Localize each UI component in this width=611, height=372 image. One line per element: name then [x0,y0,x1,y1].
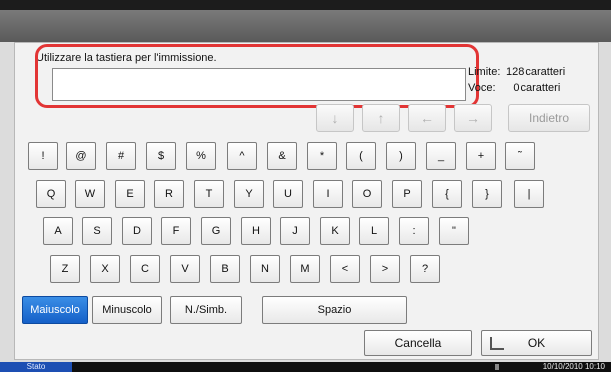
key[interactable]: V [170,255,200,283]
key[interactable]: B [210,255,240,283]
limit-label: Limite: [468,66,501,78]
arrow-right-icon: → [466,110,480,126]
key[interactable]: H [241,217,271,245]
ok-label: OK [527,336,546,350]
key[interactable]: < [330,255,360,283]
key[interactable]: Y [234,180,264,208]
cancel-button[interactable]: Cancella [364,330,472,356]
key[interactable]: + [466,142,496,170]
enter-icon [490,337,504,350]
key[interactable]: } [472,180,502,208]
used-info: Voce: 0caratteri [468,82,560,94]
key[interactable]: C [130,255,160,283]
space-button[interactable]: Spazio [262,296,407,324]
status-bar: Stato 10/10/2010 10:10 [0,362,611,372]
arrow-left-icon: ← [420,110,434,126]
key[interactable]: F [161,217,191,245]
title-bar [0,0,611,42]
key[interactable]: ( [346,142,376,170]
cursor-down-button[interactable]: ↓ [316,104,354,132]
key[interactable]: L [359,217,389,245]
key[interactable]: U [273,180,303,208]
key[interactable]: | [514,180,544,208]
key[interactable]: Z [50,255,80,283]
key[interactable]: S [82,217,112,245]
used-unit: caratteri [520,82,561,94]
key[interactable]: R [154,180,184,208]
key[interactable]: * [307,142,337,170]
key[interactable]: N [250,255,280,283]
key[interactable]: W [75,180,105,208]
key[interactable]: P [392,180,422,208]
key[interactable]: & [267,142,297,170]
memory-icon [495,364,499,370]
key[interactable]: G [201,217,231,245]
ok-button[interactable]: OK [481,330,592,356]
key[interactable]: _ [426,142,456,170]
key[interactable]: X [90,255,120,283]
key[interactable]: ^ [227,142,257,170]
key[interactable]: J [280,217,310,245]
key[interactable]: Q [36,180,66,208]
lowercase-mode-button[interactable]: Minuscolo [92,296,162,324]
key[interactable]: " [439,217,469,245]
status-button[interactable]: Stato [0,362,72,372]
limit-value: 128 [506,66,525,78]
callout-highlight [35,44,479,108]
cursor-up-button[interactable]: ↑ [362,104,400,132]
used-value: 0 [513,82,520,94]
numsym-mode-button[interactable]: N./Simb. [170,296,242,324]
key[interactable]: : [399,217,429,245]
key[interactable]: A [43,217,73,245]
arrow-up-icon: ↑ [377,110,385,126]
datetime: 10/10/2010 10:10 [542,362,605,371]
key[interactable]: T [194,180,224,208]
limit-info: Limite: 128caratteri [468,66,565,78]
key[interactable]: $ [146,142,176,170]
key[interactable]: % [186,142,216,170]
key[interactable]: M [290,255,320,283]
arrow-down-icon: ↓ [331,110,339,126]
key[interactable]: # [106,142,136,170]
key[interactable]: I [313,180,343,208]
key[interactable]: ? [410,255,440,283]
cursor-right-button[interactable]: → [454,104,492,132]
key[interactable]: @ [66,142,96,170]
uppercase-mode-button[interactable]: Maiuscolo [22,296,88,324]
key[interactable]: ! [28,142,58,170]
used-label: Voce: [468,82,496,94]
key[interactable]: ˜ [505,142,535,170]
cursor-left-button[interactable]: ← [408,104,446,132]
key[interactable]: O [352,180,382,208]
limit-unit: caratteri [525,66,566,78]
back-button[interactable]: Indietro [508,104,590,132]
key[interactable]: K [320,217,350,245]
key[interactable]: ) [386,142,416,170]
key[interactable]: E [115,180,145,208]
key[interactable]: { [432,180,462,208]
key[interactable]: D [122,217,152,245]
key[interactable]: > [370,255,400,283]
